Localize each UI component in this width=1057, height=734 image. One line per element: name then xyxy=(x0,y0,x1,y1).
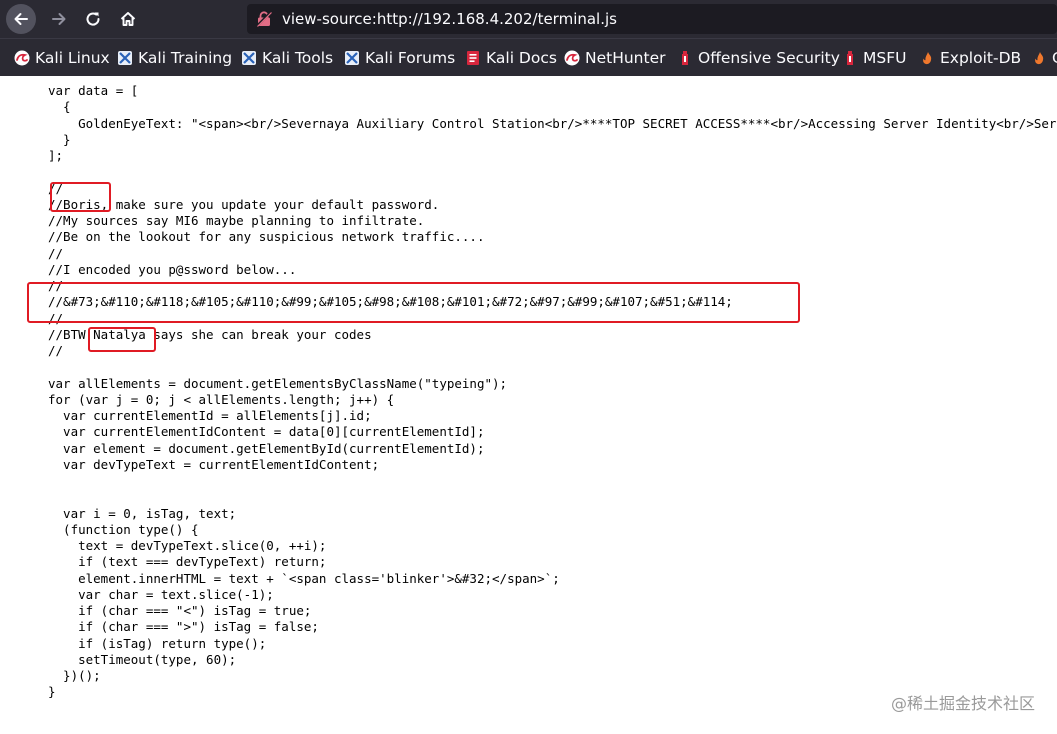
source-view: var data = [ { GoldenEyeText: "<span><br… xyxy=(0,76,1057,734)
code-line: //Be on the lookout for any suspicious n… xyxy=(48,229,485,245)
bookmark-kali-forums[interactable]: Kali Forums xyxy=(344,39,455,77)
code-line: if (char === ">") isTag = false; xyxy=(48,619,319,635)
bookmark-label: Kali Training xyxy=(138,49,233,67)
code-line: if (char === "<") isTag = true; xyxy=(48,603,312,618)
code-line: var char = text.slice(-1); xyxy=(48,586,274,602)
code-line: var i = 0, isTag, text; xyxy=(48,505,237,521)
code-line: for (var j = 0; j < allElements.length; … xyxy=(48,391,395,407)
bookmark-nethunter[interactable]: NetHunter xyxy=(564,39,666,77)
bookmark-label: G xyxy=(1052,49,1057,67)
home-button[interactable] xyxy=(113,4,143,34)
kali-training-icon xyxy=(117,50,133,66)
back-arrow-icon xyxy=(14,13,28,25)
code-line: { xyxy=(48,99,71,115)
bookmark-offensive-security[interactable]: Offensive Security xyxy=(677,39,840,77)
code-line: setTimeout(type, 60); xyxy=(48,651,237,667)
kali-forums-icon xyxy=(344,50,360,66)
code-line: // xyxy=(48,245,64,261)
bookmark-ghdb[interactable]: G xyxy=(1031,39,1057,77)
kali-docs-icon xyxy=(465,50,481,66)
bookmark-label: Kali Linux xyxy=(35,49,110,67)
bookmark-label: MSFU xyxy=(863,49,907,67)
code-line: var element = document.getElementById(cu… xyxy=(48,440,485,456)
forward-arrow-icon xyxy=(52,13,66,25)
nethunter-icon xyxy=(564,50,580,66)
back-button[interactable] xyxy=(6,4,36,34)
bookmark-kali-docs[interactable]: Kali Docs xyxy=(465,39,557,77)
watermark-text: @稀土掘金技术社区 xyxy=(890,694,1035,713)
code-line: var currentElementId = allElements[j].id… xyxy=(48,408,372,423)
code-line: var devTypeText = currentElementIdConten… xyxy=(48,456,380,472)
bookmark-label: NetHunter xyxy=(585,49,666,67)
code-line: GoldenEyeText: "<span><br/>Severnaya Aux… xyxy=(78,115,1057,131)
code-line: if (isTag) return type(); xyxy=(48,635,267,651)
bookmark-label: Kali Tools xyxy=(262,49,334,67)
code-line: text = devTypeText.slice(0, ++i); xyxy=(48,538,327,553)
code-line: // xyxy=(48,180,64,196)
bookmark-label: Kali Docs xyxy=(486,49,557,67)
forward-button[interactable] xyxy=(44,4,74,34)
bookmark-kali-training[interactable]: Kali Training xyxy=(117,39,232,77)
code-line: if (text === devTypeText) return; xyxy=(48,554,327,570)
code-line: // xyxy=(48,343,64,358)
bookmark-label: Kali Forums xyxy=(365,49,456,67)
code-line: var currentElementIdContent = data[0][cu… xyxy=(48,424,485,440)
code-line: var data = [ xyxy=(48,83,139,98)
bookmark-kali-linux[interactable]: Kali Linux xyxy=(14,39,110,77)
address-bar[interactable]: view-source:http://192.168.4.202/termina… xyxy=(247,4,1057,34)
insecure-page-icon xyxy=(256,11,272,27)
code-line: //I encoded you p@ssword below... xyxy=(48,261,297,277)
highlight-encoded-password xyxy=(27,282,800,323)
code-line: element.innerHTML = text + `<span class=… xyxy=(48,570,560,586)
home-icon xyxy=(120,12,136,26)
offensive-security-icon xyxy=(677,50,693,66)
code-line: })(); xyxy=(48,668,101,683)
bookmark-exploit-db[interactable]: Exploit-DB xyxy=(919,39,1021,77)
code-line: var allElements = document.getElementsBy… xyxy=(48,375,508,391)
url-text: view-source:http://192.168.4.202/termina… xyxy=(282,10,617,28)
bookmark-label: Offensive Security xyxy=(698,49,840,67)
bookmark-kali-tools[interactable]: Kali Tools xyxy=(241,39,333,77)
code-line: //My sources say MI6 maybe planning to i… xyxy=(48,213,425,228)
bookmarks-toolbar: Kali Linux Kali Training Kali Tools Kali… xyxy=(0,38,1057,77)
code-line: //Boris, make sure you update your defau… xyxy=(48,196,440,212)
code-line: ]; xyxy=(48,148,64,163)
bookmark-msfu[interactable]: MSFU xyxy=(842,39,906,77)
highlight-boris xyxy=(50,182,111,212)
reload-icon xyxy=(86,12,100,26)
ghdb-icon xyxy=(1031,50,1047,66)
source-code: var data = [ { GoldenEyeText: "<span><br… xyxy=(48,83,1057,701)
code-line: } xyxy=(48,131,71,147)
highlight-natalya xyxy=(88,327,156,352)
exploit-db-icon xyxy=(919,50,935,66)
kali-tools-icon xyxy=(241,50,257,66)
code-line: (function type() { xyxy=(48,521,199,537)
bookmark-label: Exploit-DB xyxy=(940,49,1022,67)
code-line: //BTW Natalya says she can break your co… xyxy=(48,326,372,342)
browser-toolbar: view-source:http://192.168.4.202/termina… xyxy=(0,0,1057,38)
kali-dragon-icon xyxy=(14,50,30,66)
reload-button[interactable] xyxy=(78,4,108,34)
msfu-icon xyxy=(842,50,858,66)
